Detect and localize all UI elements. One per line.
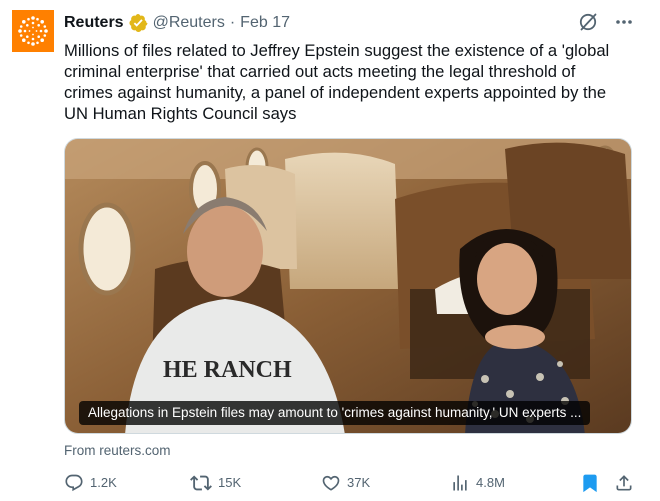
like-count: 37K	[347, 475, 371, 490]
account-handle[interactable]: @Reuters	[153, 14, 225, 32]
tweet-actions-bar: 1.2K 15K 37K 4.8M	[64, 470, 634, 496]
tweet-date[interactable]: Feb 17	[240, 14, 290, 32]
views-icon	[453, 475, 467, 491]
reply-button[interactable]: 1.2K	[64, 470, 117, 496]
reuters-logo	[18, 16, 48, 46]
reuters-avatar[interactable]	[12, 10, 54, 52]
share-button[interactable]	[614, 470, 634, 496]
tweet-text: Millions of files related to Jeffrey Eps…	[64, 41, 610, 123]
reply-count: 1.2K	[90, 475, 117, 490]
shirt-text: HE RANCH	[163, 357, 292, 383]
tweet-header: Reuters @Reuters · Feb 17	[64, 12, 290, 34]
verified-badge-icon	[128, 13, 148, 33]
like-icon	[322, 475, 340, 491]
tweet-top-actions	[578, 12, 634, 32]
media-photo: HE RANCH	[65, 139, 631, 433]
share-icon	[616, 475, 632, 491]
reply-icon	[65, 474, 83, 492]
more-options-icon[interactable]	[614, 12, 634, 32]
bookmark-button[interactable]	[580, 470, 600, 496]
tweet-media-card[interactable]: HE RANCH Allegations in Epstein files ma…	[64, 138, 632, 434]
grok-icon[interactable]	[578, 12, 598, 32]
view-count: 4.8M	[476, 475, 505, 490]
views-button[interactable]: 4.8M	[450, 470, 505, 496]
link-source[interactable]: From reuters.com	[64, 443, 171, 458]
header-separator: ·	[229, 14, 236, 31]
bookmark-icon	[583, 474, 597, 493]
retweet-count: 15K	[218, 475, 242, 490]
retweet-button[interactable]: 15K	[190, 470, 241, 496]
like-button[interactable]: 37K	[321, 470, 370, 496]
retweet-icon	[190, 475, 212, 491]
media-caption: Allegations in Epstein files may amount …	[79, 401, 591, 425]
account-name[interactable]: Reuters	[64, 14, 124, 32]
